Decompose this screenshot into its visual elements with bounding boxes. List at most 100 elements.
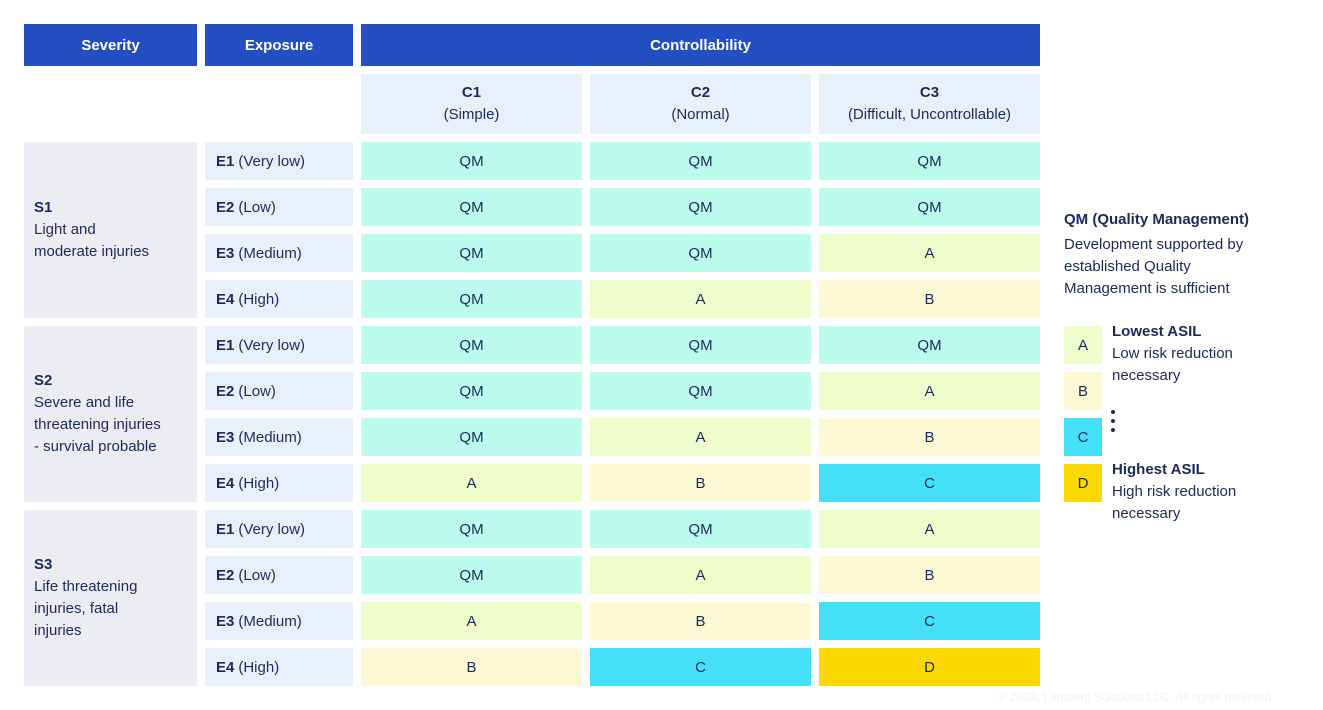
exposure-code: E1 xyxy=(216,336,235,354)
exposure-code: E3 xyxy=(216,612,235,630)
asil-cell: A xyxy=(819,372,1040,410)
asil-cell: QM xyxy=(361,418,582,456)
asil-cell: QM xyxy=(361,280,582,318)
asil-cell: B xyxy=(361,648,582,686)
legend-highest-line: necessary xyxy=(1112,505,1181,522)
controllability-c1-header: C1 (Simple) xyxy=(361,74,582,134)
exposure-label: (High) xyxy=(238,658,280,676)
exposure-label: (Medium) xyxy=(238,244,302,262)
exposure-label: (High) xyxy=(238,474,280,492)
class-code: C1 xyxy=(461,84,482,101)
asil-cell: QM xyxy=(361,556,582,594)
exposure-cell-e3: E3 (Medium) xyxy=(205,418,353,456)
copyright-footer: © 2023, Lemberg Solutions LLC. All right… xyxy=(998,690,1271,704)
asil-cell: QM xyxy=(361,326,582,364)
legend-qm-line: established Quality xyxy=(1064,258,1191,275)
legend-lowest-line: necessary xyxy=(1112,367,1181,384)
asil-cell: QM xyxy=(361,372,582,410)
severity-code: S2 xyxy=(34,372,53,389)
class-code: C3 xyxy=(919,84,940,101)
exposure-label: (Very low) xyxy=(238,520,306,538)
ellipsis-vertical-icon xyxy=(1111,410,1117,436)
legend-swatch-c: C xyxy=(1064,418,1102,456)
legend-highest-title: Highest ASIL xyxy=(1112,461,1205,478)
exposure-code: E1 xyxy=(216,520,235,538)
exposure-cell-e2: E2 (Low) xyxy=(205,188,353,226)
exposure-label: (Medium) xyxy=(238,428,302,446)
asil-cell: QM xyxy=(819,142,1040,180)
exposure-cell-e1: E1 (Very low) xyxy=(205,510,353,548)
asil-cell: B xyxy=(819,418,1040,456)
exposure-code: E3 xyxy=(216,428,235,446)
asil-cell: A xyxy=(361,464,582,502)
asil-cell: C xyxy=(819,464,1040,502)
exposure-label: (Low) xyxy=(238,382,276,400)
controllability-c2-header: C2 (Normal) xyxy=(590,74,811,134)
exposure-code: E4 xyxy=(216,474,235,492)
asil-cell: A xyxy=(590,280,811,318)
class-label: (Simple) xyxy=(443,106,500,123)
severity-description-line: Severe and life xyxy=(34,394,135,411)
asil-cell: A xyxy=(819,234,1040,272)
legend-lowest-asil: Lowest ASIL Low risk reduction necessary xyxy=(1112,321,1312,387)
severity-cell-s3: S3 Life threatening injuries, fatal injurie… xyxy=(24,510,197,686)
exposure-cell-e2: E2 (Low) xyxy=(205,372,353,410)
exposure-header: Exposure xyxy=(205,24,353,66)
severity-cell-s2: S2 Severe and life threatening injuries - s… xyxy=(24,326,197,502)
exposure-label: (Very low) xyxy=(238,336,306,354)
exposure-label: (Very low) xyxy=(238,152,306,170)
legend-qm-line: Development supported by xyxy=(1064,236,1244,253)
severity-header: Severity xyxy=(24,24,197,66)
severity-description-line: Light and xyxy=(34,221,96,238)
legend-swatch-b: B xyxy=(1064,372,1102,410)
asil-cell: QM xyxy=(590,372,811,410)
exposure-cell-e3: E3 (Medium) xyxy=(205,234,353,272)
controllability-header: Controllability xyxy=(361,24,1040,66)
severity-description-line: injuries xyxy=(34,622,82,639)
exposure-code: E2 xyxy=(216,382,235,400)
legend-qm-description: Development supported by established Qua… xyxy=(1064,234,1314,300)
class-label: (Difficult, Uncontrollable) xyxy=(847,106,1012,123)
asil-cell: QM xyxy=(590,234,811,272)
severity-code: S3 xyxy=(34,556,53,573)
severity-description-line: injuries, fatal xyxy=(34,600,119,617)
asil-cell: QM xyxy=(819,188,1040,226)
asil-cell: C xyxy=(819,602,1040,640)
asil-cell: QM xyxy=(590,142,811,180)
asil-cell: B xyxy=(819,556,1040,594)
exposure-cell-e1: E1 (Very low) xyxy=(205,142,353,180)
asil-cell: A xyxy=(819,510,1040,548)
exposure-code: E2 xyxy=(216,566,235,584)
exposure-code: E4 xyxy=(216,658,235,676)
exposure-label: (Low) xyxy=(238,566,276,584)
asil-cell: B xyxy=(819,280,1040,318)
asil-cell: QM xyxy=(819,326,1040,364)
exposure-cell-e2: E2 (Low) xyxy=(205,556,353,594)
controllability-c3-header: C3 (Difficult, Uncontrollable) xyxy=(819,74,1040,134)
asil-cell: QM xyxy=(361,234,582,272)
asil-cell: QM xyxy=(590,188,811,226)
asil-cell: QM xyxy=(590,510,811,548)
asil-cell: QM xyxy=(361,142,582,180)
asil-cell: B xyxy=(590,602,811,640)
exposure-code: E3 xyxy=(216,244,235,262)
legend-swatch-a: A xyxy=(1064,326,1102,364)
class-label: (Normal) xyxy=(671,106,730,123)
exposure-label: (Medium) xyxy=(238,612,302,630)
asil-cell: A xyxy=(590,418,811,456)
legend-swatch-d: D xyxy=(1064,464,1102,502)
legend-lowest-line: Low risk reduction xyxy=(1112,345,1233,362)
asil-cell: A xyxy=(361,602,582,640)
asil-cell: D xyxy=(819,648,1040,686)
asil-cell: C xyxy=(590,648,811,686)
exposure-label: (High) xyxy=(238,290,280,308)
exposure-cell-e4: E4 (High) xyxy=(205,464,353,502)
legend-lowest-title: Lowest ASIL xyxy=(1112,323,1202,340)
severity-cell-s1: S1 Light and moderate injuries xyxy=(24,142,197,318)
severity-description-line: - survival probable xyxy=(34,438,157,455)
exposure-label: (Low) xyxy=(238,198,276,216)
exposure-code: E4 xyxy=(216,290,235,308)
exposure-cell-e1: E1 (Very low) xyxy=(205,326,353,364)
exposure-cell-e4: E4 (High) xyxy=(205,280,353,318)
exposure-cell-e3: E3 (Medium) xyxy=(205,602,353,640)
